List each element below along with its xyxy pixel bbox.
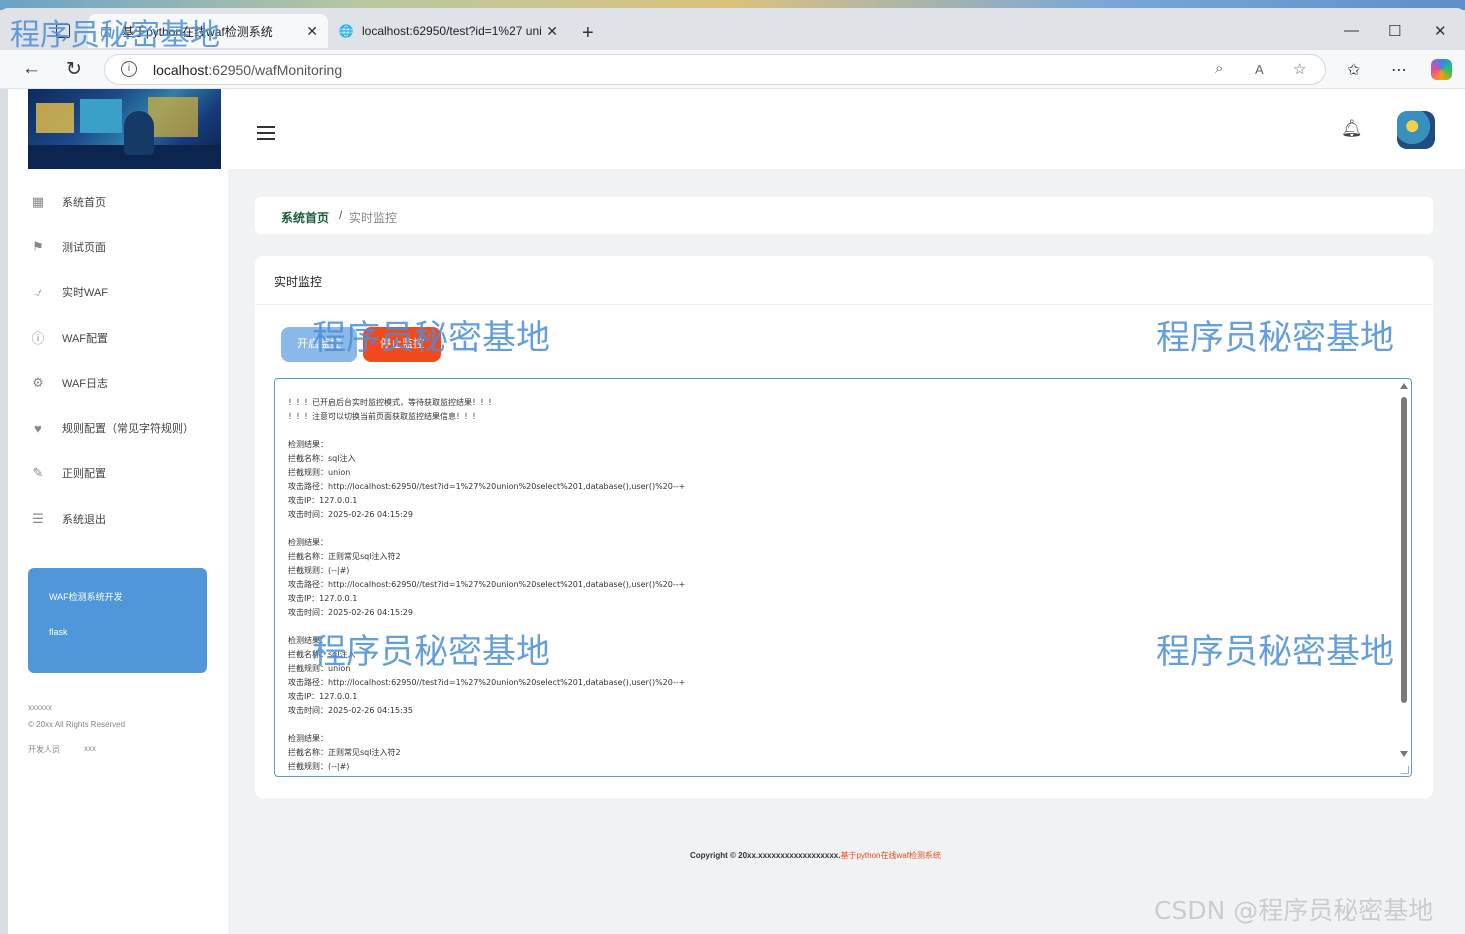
monitor-log-textarea[interactable]: ！！！已开启后台实时监控模式，等待获取监控结果！！！ ！！！注意可以切换当前页面… [274, 378, 1412, 777]
sidebar-item-label: 规则配置（常见字符规则） [62, 423, 194, 436]
footer-project-link[interactable]: 基于python在线waf检测系统 [840, 851, 940, 860]
sidebar-item-waf-config[interactable]: ⓘ WAF配置 [8, 315, 228, 360]
sidebar-item-label: 测试页面 [62, 241, 106, 254]
back-button[interactable]: ← [22, 58, 41, 80]
sidebar: ▦ 系统首页 ⚑ 测试页面 ⍻ 实时WAF ⓘ WAF配置 ⚙ WAF日志 ♥ … [8, 89, 228, 934]
copilot-icon[interactable] [1431, 59, 1452, 80]
footer-copyright: Copyright © 20xx.xxxxxxxxxxxxxxxxxx. [690, 851, 841, 860]
breadcrumb-current: 实时监控 [349, 211, 398, 225]
favorites-icon[interactable]: ✩ [1347, 60, 1360, 80]
scroll-up-arrow-icon[interactable] [1400, 383, 1408, 389]
watermark: 程序员秘密基地 [312, 318, 550, 358]
promo-subtitle: flask [49, 627, 68, 637]
url-text[interactable]: localhost:62950/wafMonitoring [153, 62, 342, 78]
favorite-star-icon[interactable]: ☆ [1293, 60, 1306, 78]
resize-grip-icon[interactable] [1401, 766, 1409, 774]
zoom-icon[interactable]: ⌕ [1215, 60, 1223, 77]
tab-localhost-test[interactable]: 🌐 localhost:62950/test?id=1%27 uni ✕ [328, 14, 568, 48]
sidebar-item-logout[interactable]: ☰ 系统退出 [8, 496, 228, 541]
menu-toggle-icon[interactable] [257, 126, 275, 144]
promo-title: WAF检测系统开发 [49, 592, 123, 602]
read-aloud-icon[interactable]: A [1255, 62, 1264, 77]
sidebar-item-rule-config[interactable]: ♥ 规则配置（常见字符规则） [8, 405, 228, 450]
scroll-thumb[interactable] [1401, 397, 1407, 703]
watermark: 程序员秘密基地 [1156, 632, 1394, 672]
breadcrumb-home-link[interactable]: 系统首页 [281, 209, 329, 226]
sidebar-footer-rights: © 20xx All Rights Reserved [28, 720, 126, 729]
close-window-button[interactable]: ✕ [1434, 22, 1447, 40]
avatar[interactable] [1397, 111, 1435, 149]
watermark: 程序员秘密基地 [312, 632, 550, 672]
minimize-button[interactable]: — [1344, 22, 1359, 39]
gear-icon: ⚙ [32, 374, 44, 390]
edit-icon: ✎ [32, 465, 44, 481]
watermark: 程序员秘密基地 [10, 18, 220, 53]
breadcrumb-separator: / [339, 208, 343, 222]
list-icon: ☰ [32, 510, 44, 526]
sidebar-item-label: WAF配置 [62, 332, 109, 345]
sidebar-item-home[interactable]: ▦ 系统首页 [8, 179, 228, 224]
sidebar-item-label: 系统首页 [62, 196, 106, 209]
pulse-icon: ⍻ [34, 284, 42, 300]
more-menu-icon[interactable]: ⋯ [1391, 60, 1407, 80]
sidebar-item-realtime-waf[interactable]: ⍻ 实时WAF [8, 270, 228, 315]
sidebar-item-test-page[interactable]: ⚑ 测试页面 [8, 224, 228, 269]
top-header: 🔔︎ [228, 89, 1465, 169]
sidebar-item-label: 实时WAF [62, 287, 109, 300]
promo-card: WAF检测系统开发 flask [28, 568, 207, 673]
maximize-button[interactable]: ☐ [1388, 22, 1401, 40]
browser-toolbar: ← ↻ i localhost:62950/wafMonitoring ⌕ A … [0, 50, 1465, 89]
csdn-watermark: CSDN @程序员秘密基地 [1154, 896, 1434, 925]
scrollbar[interactable] [1399, 383, 1409, 773]
sidebar-footer-dev-label: 开发人员 [28, 745, 60, 754]
close-tab-icon[interactable]: ✕ [546, 23, 558, 40]
page-footer: Copyright © 20xx.xxxxxxxxxxxxxxxxxx.基于py… [690, 850, 941, 861]
address-bar[interactable]: i localhost:62950/wafMonitoring ⌕ A ☆ [104, 54, 1326, 85]
log-text: ！！！已开启后台实时监控模式，等待获取监控结果！！！ ！！！注意可以切换当前页面… [288, 398, 686, 771]
new-tab-button[interactable]: + [582, 22, 594, 45]
divider [255, 304, 1433, 305]
close-tab-icon[interactable]: ✕ [306, 23, 318, 40]
tab-title: localhost:62950/test?id=1%27 uni [362, 24, 542, 38]
sidebar-item-label: 系统退出 [62, 513, 106, 526]
sidebar-item-waf-log[interactable]: ⚙ WAF日志 [8, 360, 228, 405]
card-title: 实时监控 [274, 275, 323, 289]
sidebar-item-label: 正则配置 [62, 468, 106, 481]
sidebar-menu: ▦ 系统首页 ⚑ 测试页面 ⍻ 实时WAF ⓘ WAF配置 ⚙ WAF日志 ♥ … [8, 179, 228, 541]
heart-icon: ♥ [34, 420, 42, 436]
flag-icon: ⚑ [32, 238, 44, 254]
sidebar-item-label: WAF日志 [62, 377, 109, 390]
bell-icon[interactable]: 🔔︎ [1341, 119, 1363, 139]
logo-image [28, 89, 221, 169]
globe-icon: 🌐 [338, 24, 354, 38]
info-icon: ⓘ [31, 331, 45, 347]
sidebar-footer-dev-name: xxx [84, 744, 96, 753]
breadcrumb: 系统首页 / 实时监控 [255, 197, 1433, 234]
watermark: 程序员秘密基地 [1156, 318, 1394, 358]
reload-button[interactable]: ↻ [66, 58, 82, 81]
site-info-icon[interactable]: i [121, 61, 137, 77]
dashboard-icon: ▦ [31, 193, 45, 209]
web-page: ▦ 系统首页 ⚑ 测试页面 ⍻ 实时WAF ⓘ WAF配置 ⚙ WAF日志 ♥ … [8, 89, 1465, 934]
scroll-down-arrow-icon[interactable] [1400, 751, 1408, 757]
sidebar-item-regex-config[interactable]: ✎ 正则配置 [8, 451, 228, 496]
sidebar-footer-name: xxxxxx [28, 703, 52, 712]
